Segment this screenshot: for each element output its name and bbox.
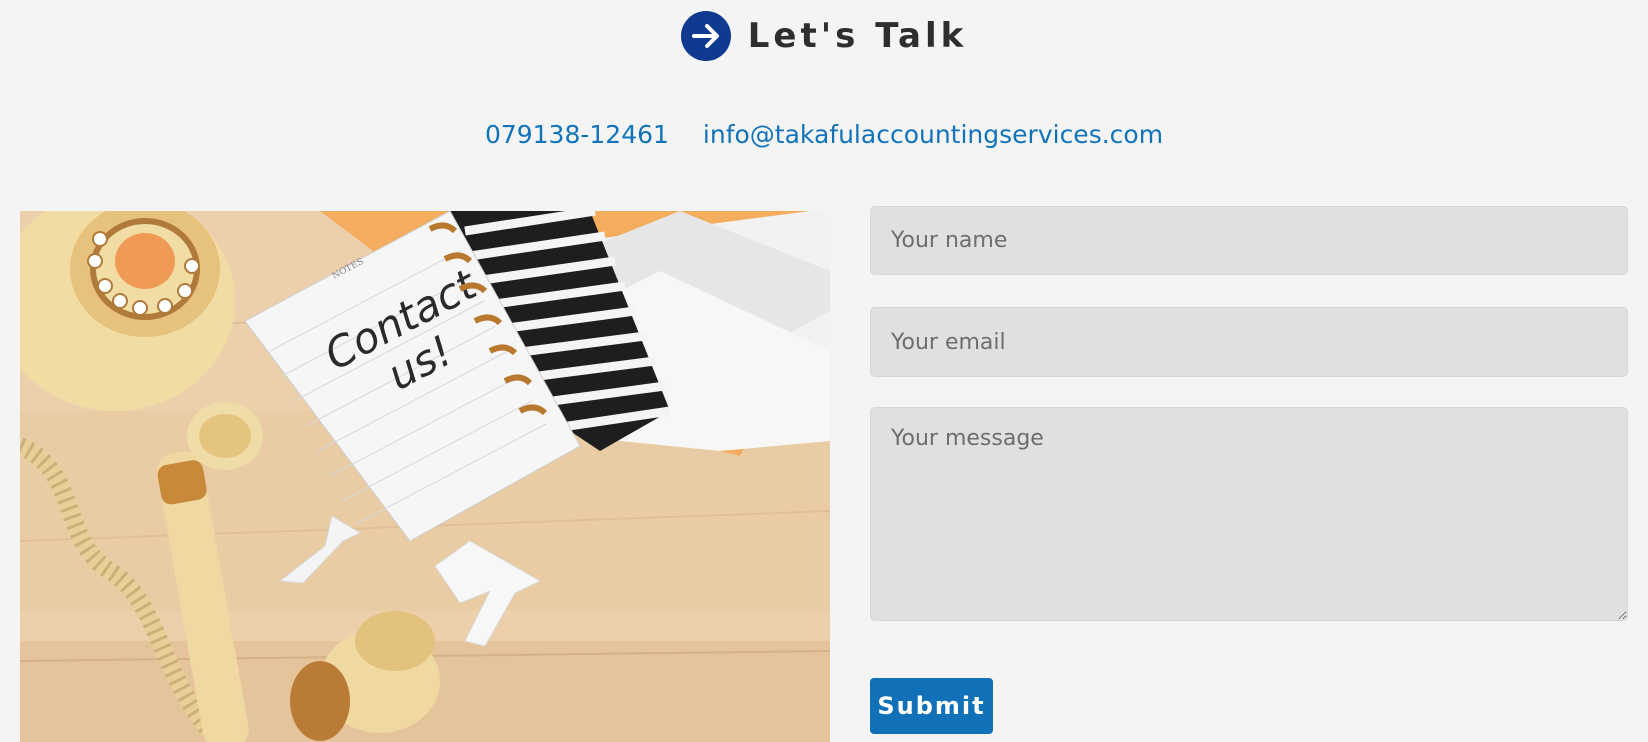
message-field[interactable]: [870, 407, 1628, 621]
submit-button[interactable]: Submit: [870, 678, 993, 734]
contact-info: 079138-12461 info@takafulaccountingservi…: [0, 120, 1648, 149]
arrow-right-icon: [680, 11, 731, 61]
name-field[interactable]: [870, 206, 1628, 275]
email-link[interactable]: info@takafulaccountingservices.com: [703, 120, 1163, 149]
page-title: Let's Talk: [747, 16, 968, 56]
contact-section: Let's Talk 079138-12461 info@takafulacco…: [0, 0, 1648, 742]
section-heading: Let's Talk: [0, 11, 1648, 61]
phone-link[interactable]: 079138-12461: [485, 120, 669, 149]
contact-photo: NOTES Contact us!: [20, 211, 830, 742]
email-field[interactable]: [870, 307, 1628, 377]
